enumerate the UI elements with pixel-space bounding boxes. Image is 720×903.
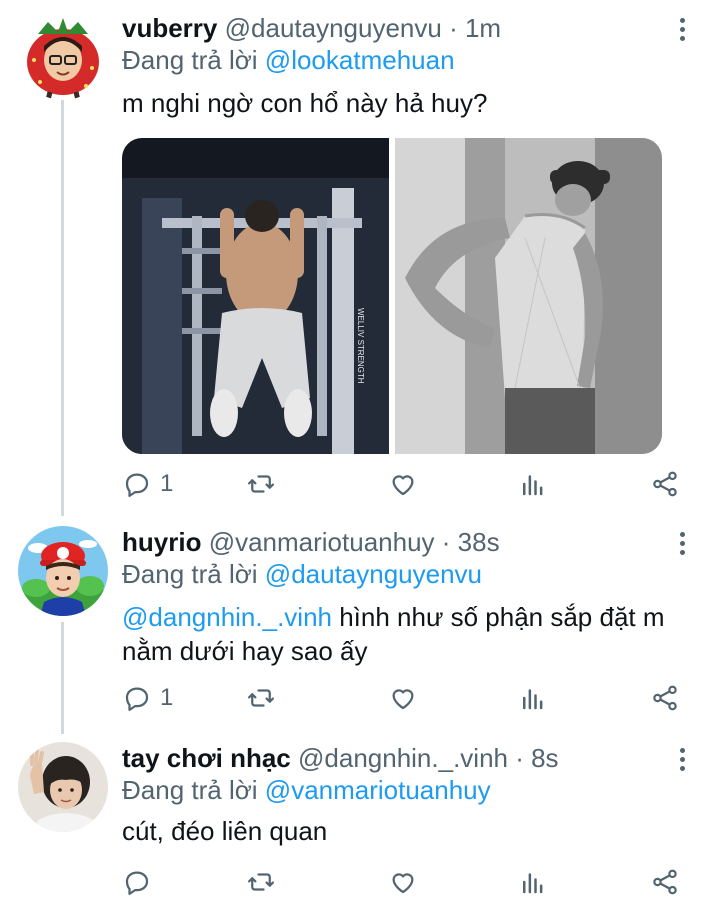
avatar[interactable] bbox=[18, 742, 108, 832]
reply-icon bbox=[125, 871, 149, 895]
reply-count: 1 bbox=[160, 684, 174, 711]
retweet-icon bbox=[248, 475, 274, 493]
reply-mention-link[interactable]: @dautaynguyenvu bbox=[265, 559, 482, 589]
tweet-actions bbox=[122, 862, 682, 902]
tweet[interactable]: tay chơi nhạc @dangnhin._.vinh · 8s Đang… bbox=[0, 734, 720, 903]
share-button[interactable] bbox=[650, 678, 680, 718]
reply-icon bbox=[125, 687, 149, 711]
tweet-text-content: cút, đéo liên quan bbox=[122, 816, 328, 846]
tweet-media[interactable]: WELLIV STRENGTH bbox=[122, 138, 662, 454]
views-icon bbox=[523, 475, 543, 496]
reply-button[interactable]: 1 bbox=[122, 464, 173, 504]
replying-to: Đang trả lời @dautaynguyenvu bbox=[122, 558, 482, 590]
tweet[interactable]: vuberry @dautaynguyenvu · 1m Đang trả lờ… bbox=[0, 0, 720, 510]
reply-count: 1 bbox=[160, 470, 174, 497]
like-button[interactable] bbox=[388, 464, 418, 504]
photo-caption: WELLIV STRENGTH bbox=[356, 308, 365, 384]
like-icon bbox=[392, 475, 414, 496]
photo-portrait[interactable] bbox=[395, 138, 662, 454]
photo-gym-pullup[interactable]: WELLIV STRENGTH bbox=[122, 138, 389, 454]
tweet-actions: 1 bbox=[122, 464, 682, 504]
avatar[interactable] bbox=[18, 10, 108, 100]
retweet-icon bbox=[248, 873, 274, 891]
replying-to-label: Đang trả lời bbox=[122, 775, 258, 805]
retweet-icon bbox=[248, 689, 274, 707]
replying-to-label: Đang trả lời bbox=[122, 559, 258, 589]
more-icon[interactable] bbox=[672, 742, 692, 776]
retweet-button[interactable] bbox=[246, 464, 276, 504]
tweet-text: cút, đéo liên quan bbox=[122, 814, 682, 848]
like-icon bbox=[392, 873, 414, 894]
tweet[interactable]: huyrio @vanmariotuanhuy · 38s Đang trả l… bbox=[0, 518, 720, 732]
more-icon[interactable] bbox=[672, 526, 692, 560]
reply-mention-link[interactable]: @lookatmehuan bbox=[265, 45, 455, 75]
share-button[interactable] bbox=[650, 464, 680, 504]
avatar[interactable] bbox=[18, 526, 108, 616]
like-button[interactable] bbox=[388, 862, 418, 902]
replying-to: Đang trả lời @lookatmehuan bbox=[122, 44, 455, 76]
tweet-header: tay chơi nhạc @dangnhin._.vinh · 8s bbox=[122, 742, 559, 774]
display-name[interactable]: tay chơi nhạc bbox=[122, 743, 291, 773]
tweet-text-content: m nghi ngờ con hổ này hả huy? bbox=[122, 88, 488, 118]
reply-icon bbox=[125, 473, 149, 497]
tweet-actions: 1 bbox=[122, 678, 682, 718]
handle-and-time[interactable]: @dangnhin._.vinh · 8s bbox=[298, 743, 559, 773]
more-icon[interactable] bbox=[672, 12, 692, 46]
share-icon bbox=[653, 685, 677, 711]
handle-and-time[interactable]: @dautaynguyenvu · 1m bbox=[225, 13, 501, 43]
views-icon bbox=[523, 873, 543, 894]
share-icon bbox=[653, 471, 677, 497]
tweet-header: huyrio @vanmariotuanhuy · 38s bbox=[122, 526, 500, 558]
share-icon bbox=[653, 869, 677, 895]
tweet-text: @dangnhin._.vinh hình như số phận sắp đặ… bbox=[122, 600, 682, 668]
views-button[interactable] bbox=[518, 464, 548, 504]
reply-mention-link[interactable]: @vanmariotuanhuy bbox=[265, 775, 491, 805]
display-name[interactable]: huyrio bbox=[122, 527, 201, 557]
views-button[interactable] bbox=[518, 678, 548, 718]
text-mention-link[interactable]: @dangnhin._.vinh bbox=[122, 602, 332, 632]
replying-to: Đang trả lời @vanmariotuanhuy bbox=[122, 774, 491, 806]
views-button[interactable] bbox=[518, 862, 548, 902]
reply-button[interactable] bbox=[122, 862, 160, 902]
tweet-header: vuberry @dautaynguyenvu · 1m bbox=[122, 12, 501, 44]
retweet-button[interactable] bbox=[246, 862, 276, 902]
share-button[interactable] bbox=[650, 862, 680, 902]
tweet-text: m nghi ngờ con hổ này hả huy? bbox=[122, 86, 682, 120]
retweet-button[interactable] bbox=[246, 678, 276, 718]
replying-to-label: Đang trả lời bbox=[122, 45, 258, 75]
display-name[interactable]: vuberry bbox=[122, 13, 217, 43]
like-icon bbox=[392, 689, 414, 710]
handle-and-time[interactable]: @vanmariotuanhuy · 38s bbox=[209, 527, 500, 557]
views-icon bbox=[523, 689, 543, 710]
reply-button[interactable]: 1 bbox=[122, 678, 173, 718]
like-button[interactable] bbox=[388, 678, 418, 718]
